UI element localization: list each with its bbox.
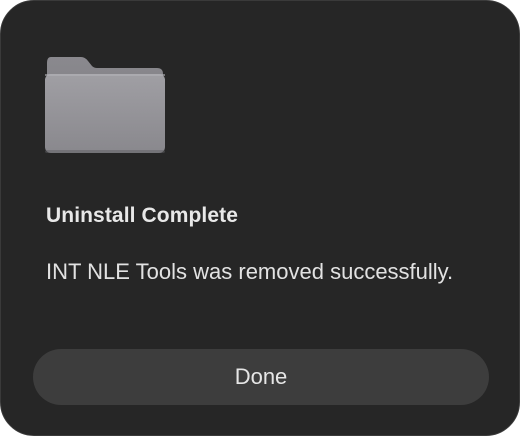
done-button[interactable]: Done: [33, 349, 489, 405]
folder-icon: [45, 57, 165, 153]
dialog-message: INT NLE Tools was removed successfully.: [46, 259, 454, 284]
dialog-title: Uninstall Complete: [46, 204, 238, 227]
uninstall-complete-dialog: Uninstall Complete INT NLE Tools was rem…: [0, 0, 520, 436]
